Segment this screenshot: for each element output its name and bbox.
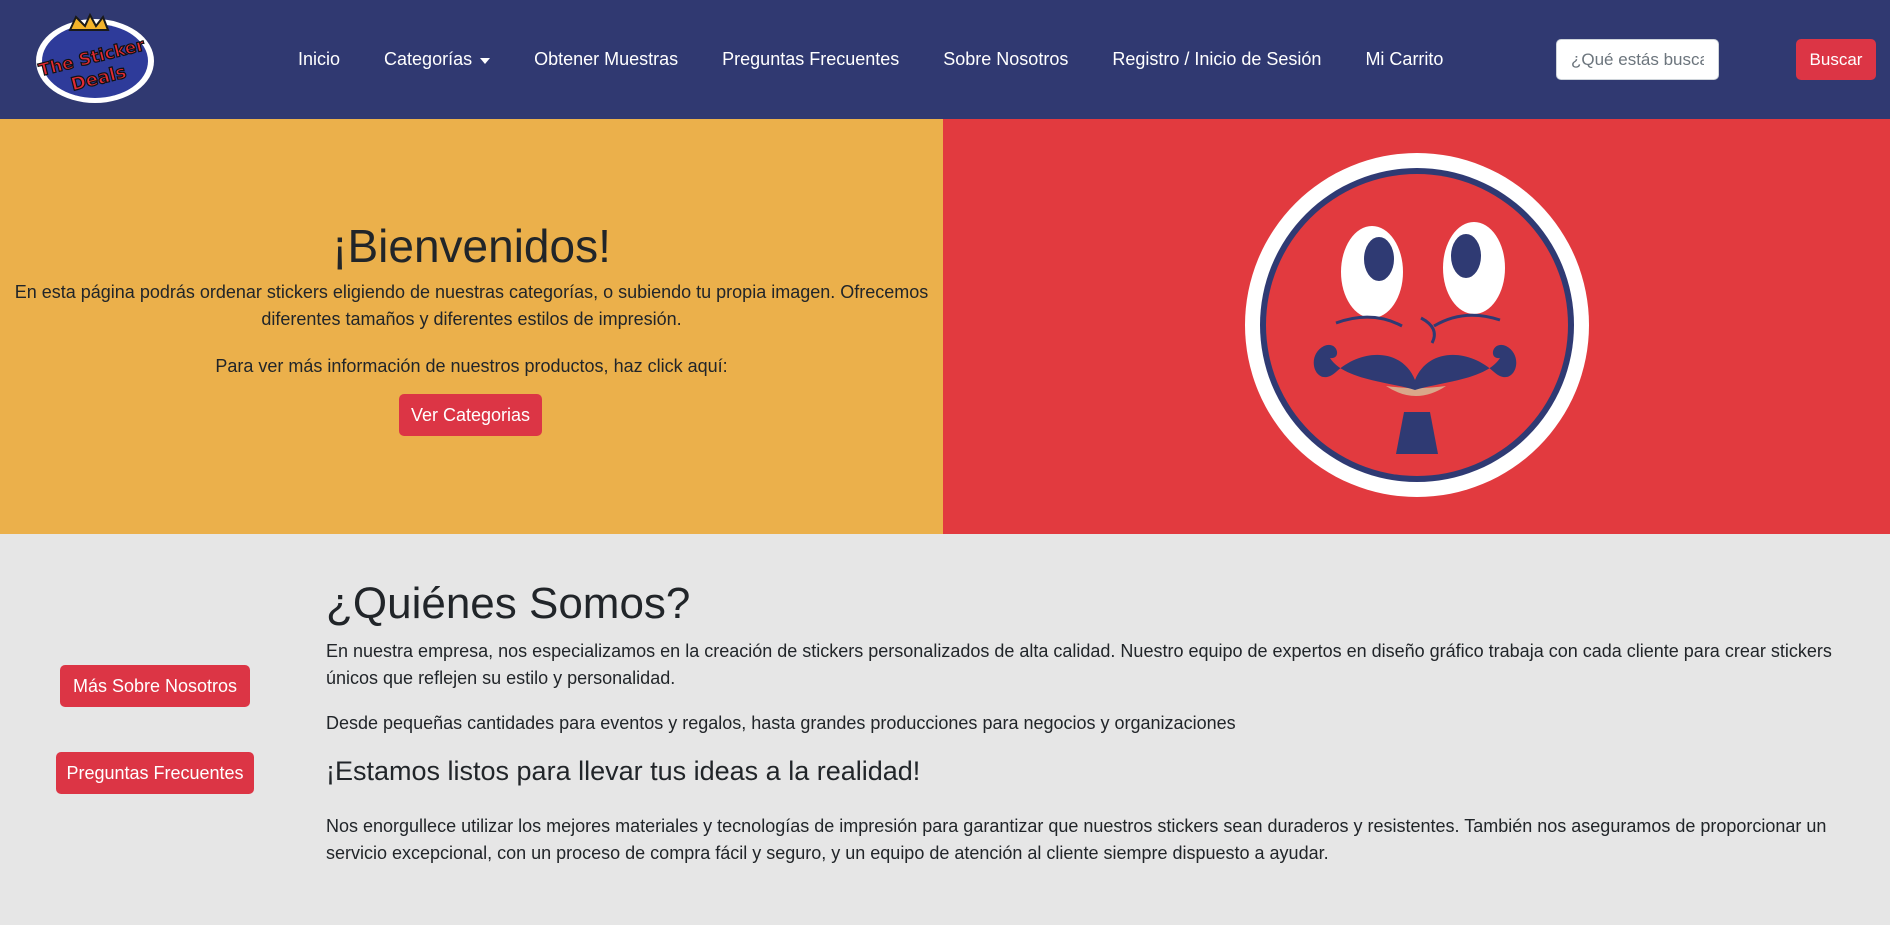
hero-description: En esta página podrás ordenar stickers e… <box>14 282 929 329</box>
about-paragraph-1: En nuestra empresa, nos especializamos e… <box>326 641 1832 688</box>
nav-item-obtener-muestras[interactable]: Obtener Muestras <box>534 49 678 70</box>
nav-item-mi-carrito[interactable]: Mi Carrito <box>1365 49 1443 70</box>
about-title: ¿Quiénes Somos? <box>326 579 691 628</box>
search-input[interactable] <box>1556 39 1719 80</box>
navbar: The Sticker Deals Inicio Categorías Obte… <box>0 0 1890 119</box>
nav-item-inicio[interactable]: Inicio <box>298 49 340 70</box>
mas-sobre-nosotros-button[interactable]: Más Sobre Nosotros <box>60 665 250 707</box>
about-paragraph-2: Desde pequeñas cantidades para eventos y… <box>326 713 1236 733</box>
ver-categorias-button[interactable]: Ver Categorias <box>399 394 542 436</box>
hero-title: ¡Bienvenidos! <box>332 220 611 272</box>
about-side-buttons: Más Sobre Nosotros Preguntas Frecuentes <box>0 534 310 925</box>
site-logo[interactable]: The Sticker Deals <box>32 12 158 106</box>
about-subtitle: ¡Estamos listos para llevar tus ideas a … <box>326 756 921 786</box>
nav-item-categorias[interactable]: Categorías <box>384 49 491 70</box>
mustache-mascot-image <box>1245 153 1589 497</box>
hero-image-panel <box>943 119 1890 534</box>
search-button[interactable]: Buscar <box>1796 39 1876 80</box>
nav-menu: Inicio Categorías Obtener Muestras Pregu… <box>276 0 1465 119</box>
nav-item-categorias-label: Categorías <box>384 49 473 69</box>
hero-info-text: Para ver más información de nuestros pro… <box>215 356 728 376</box>
about-paragraph-3: Nos enorgullece utilizar los mejores mat… <box>326 816 1827 863</box>
preguntas-frecuentes-button[interactable]: Preguntas Frecuentes <box>56 752 254 794</box>
nav-item-registro[interactable]: Registro / Inicio de Sesión <box>1112 49 1321 70</box>
caret-down-icon <box>480 57 491 64</box>
nav-item-preguntas-frecuentes[interactable]: Preguntas Frecuentes <box>722 49 899 70</box>
nav-item-sobre-nosotros[interactable]: Sobre Nosotros <box>943 49 1068 70</box>
hero-welcome-panel: ¡Bienvenidos! En esta página podrás orde… <box>0 119 943 534</box>
